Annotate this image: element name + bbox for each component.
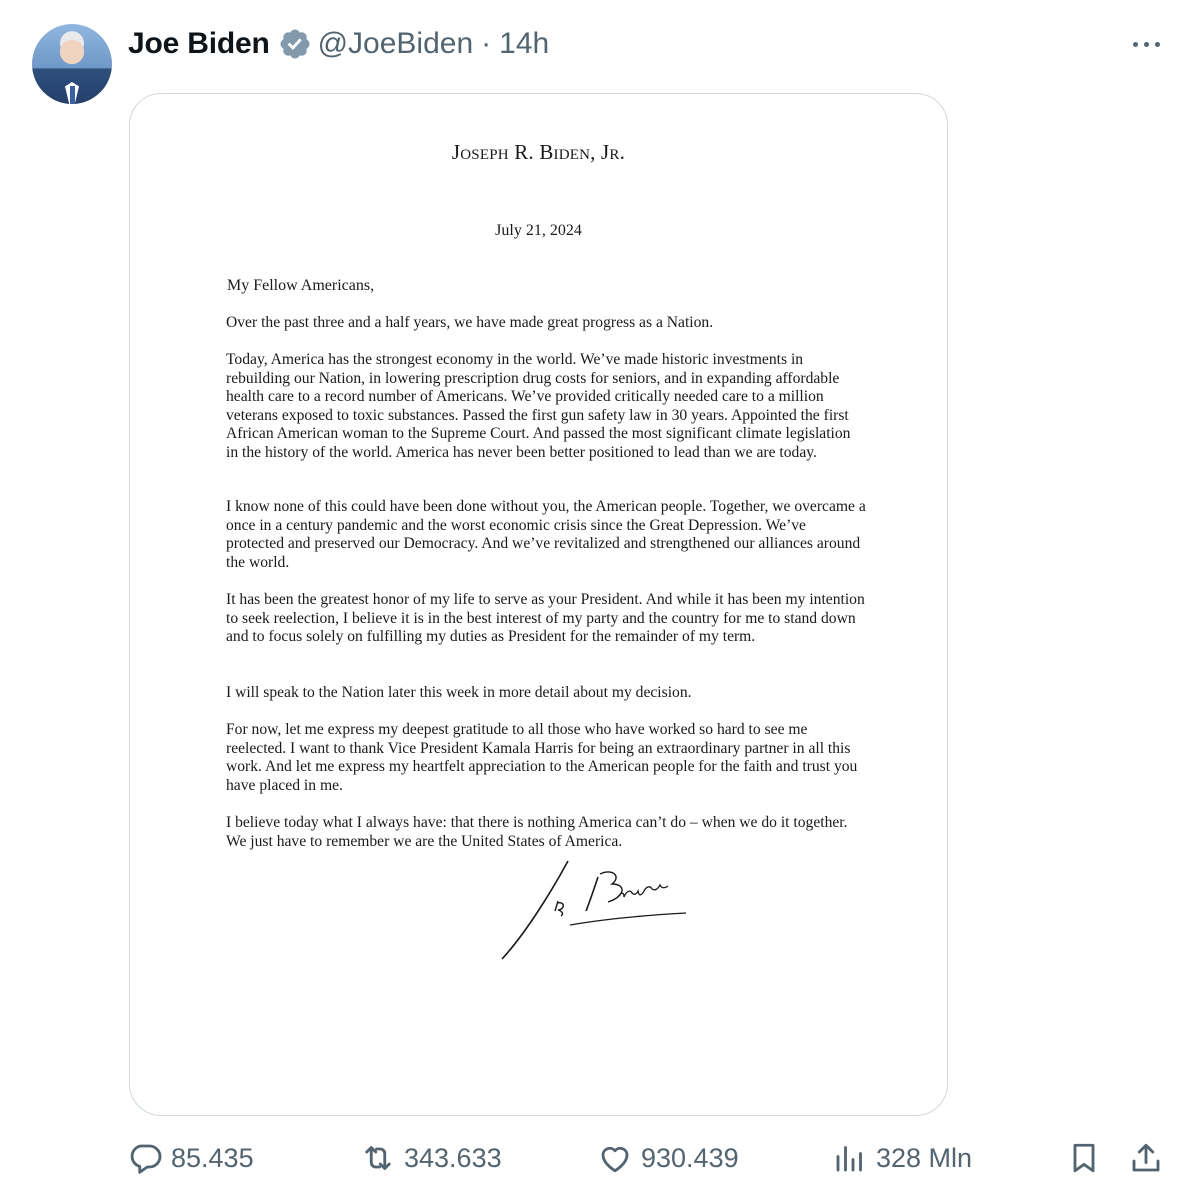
avatar[interactable] [32,24,112,104]
letter-paragraph: I know none of this could have been done… [226,498,866,571]
views-button[interactable]: 328 Mln [832,1140,972,1176]
letter-paragraph: I will speak to the Nation later this we… [226,684,692,701]
letter-document: Joseph R. Biden, Jr. July 21, 2024 My Fe… [130,94,947,1115]
letter-paragraph: For now, let me express my deepest grati… [226,721,858,794]
avatar-tie [70,86,75,104]
share-button[interactable] [1128,1140,1172,1176]
like-count: 930.439 [641,1142,739,1173]
repost-icon [365,1146,391,1170]
letter-paragraph: I believe today what I always have: that… [226,814,848,850]
tweet-timestamp[interactable]: 14h [499,27,549,61]
repost-count: 343.633 [404,1142,502,1173]
signature-image [501,860,687,960]
like-button[interactable]: 930.439 [597,1140,739,1176]
tweet-actions: 85.435 343.633 930.439 328 Mln [0,1140,1196,1184]
bookmark-icon [1073,1143,1095,1173]
letter-paragraph: Today, America has the strongest economy… [226,351,851,461]
views-chart-icon [836,1146,862,1172]
author-name[interactable]: Joe Biden [128,27,270,61]
reply-count: 85.435 [171,1142,254,1173]
letter-date: July 21, 2024 [495,222,582,239]
tweet-header: Joe Biden @JoeBiden · 14h [128,24,549,64]
reply-icon [130,1144,162,1174]
verified-badge-icon [278,27,312,61]
bookmark-button[interactable] [1066,1140,1110,1176]
letter-paragraph: It has been the greatest honor of my lif… [226,591,865,646]
letter-paragraph: Over the past three and a half years, we… [226,314,714,331]
separator-dot: · [481,27,492,60]
heart-icon [601,1146,629,1173]
letter-salutation: My Fellow Americans, [227,277,375,294]
views-count: 328 Mln [876,1142,973,1173]
reply-button[interactable]: 85.435 [127,1140,254,1176]
more-options-icon[interactable] [1128,34,1164,54]
repost-button[interactable]: 343.633 [360,1140,502,1176]
letterhead: Joseph R. Biden, Jr. [451,140,626,164]
tweet-image[interactable]: Joseph R. Biden, Jr. July 21, 2024 My Fe… [129,93,948,1116]
share-icon [1132,1143,1160,1172]
author-handle[interactable]: @JoeBiden [318,27,474,61]
